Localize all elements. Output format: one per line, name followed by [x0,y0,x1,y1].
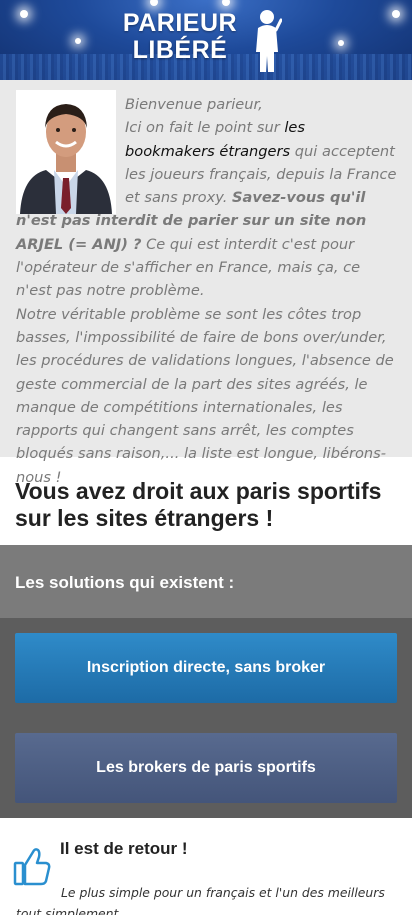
solutions-title: Les solutions qui existent : [15,573,235,592]
stadium-light [75,38,81,44]
stadium-light [392,10,400,18]
stadium-light [20,10,28,18]
intro-text-start: Ici on fait le point sur [125,119,285,137]
thumbs-up-icon [13,848,51,886]
logo-line-1: PARIEUR [122,9,238,37]
intro-problems-text: Notre véritable problème se sont les côt… [16,305,394,486]
promo-text: Le plus simple pour un français et l'un … [16,885,385,915]
promo-block: Il est de retour ! Le plus simple pour u… [0,818,412,915]
sports-brokers-button[interactable]: Les brokers de paris sportifs [15,733,397,803]
intro-section: Bienvenue parieur, Ici on fait le point … [0,80,412,486]
page-headline: Vous avez droit aux paris sportifs sur l… [15,478,382,531]
logo-line-2: LIBÉRÉ [132,36,228,64]
portrait-spacer [16,93,125,209]
solutions-header: Les solutions qui existent : [0,545,412,618]
stadium-light [150,0,158,6]
solutions-buttons: Inscription directe, sans broker Les bro… [0,618,412,818]
stadium-light [222,0,230,6]
direct-signup-button[interactable]: Inscription directe, sans broker [15,633,397,703]
stadium-light [338,40,344,46]
site-header: PARIEUR LIBÉRÉ [0,0,412,80]
greeting-text: Bienvenue parieur, [125,96,263,113]
liberated-person-icon [256,10,282,72]
promo-title: Il est de retour ! [60,839,188,858]
intro-paragraph: Bienvenue parieur, Ici on fait le point … [16,93,398,489]
site-logo[interactable]: PARIEUR LIBÉRÉ [110,10,250,64]
